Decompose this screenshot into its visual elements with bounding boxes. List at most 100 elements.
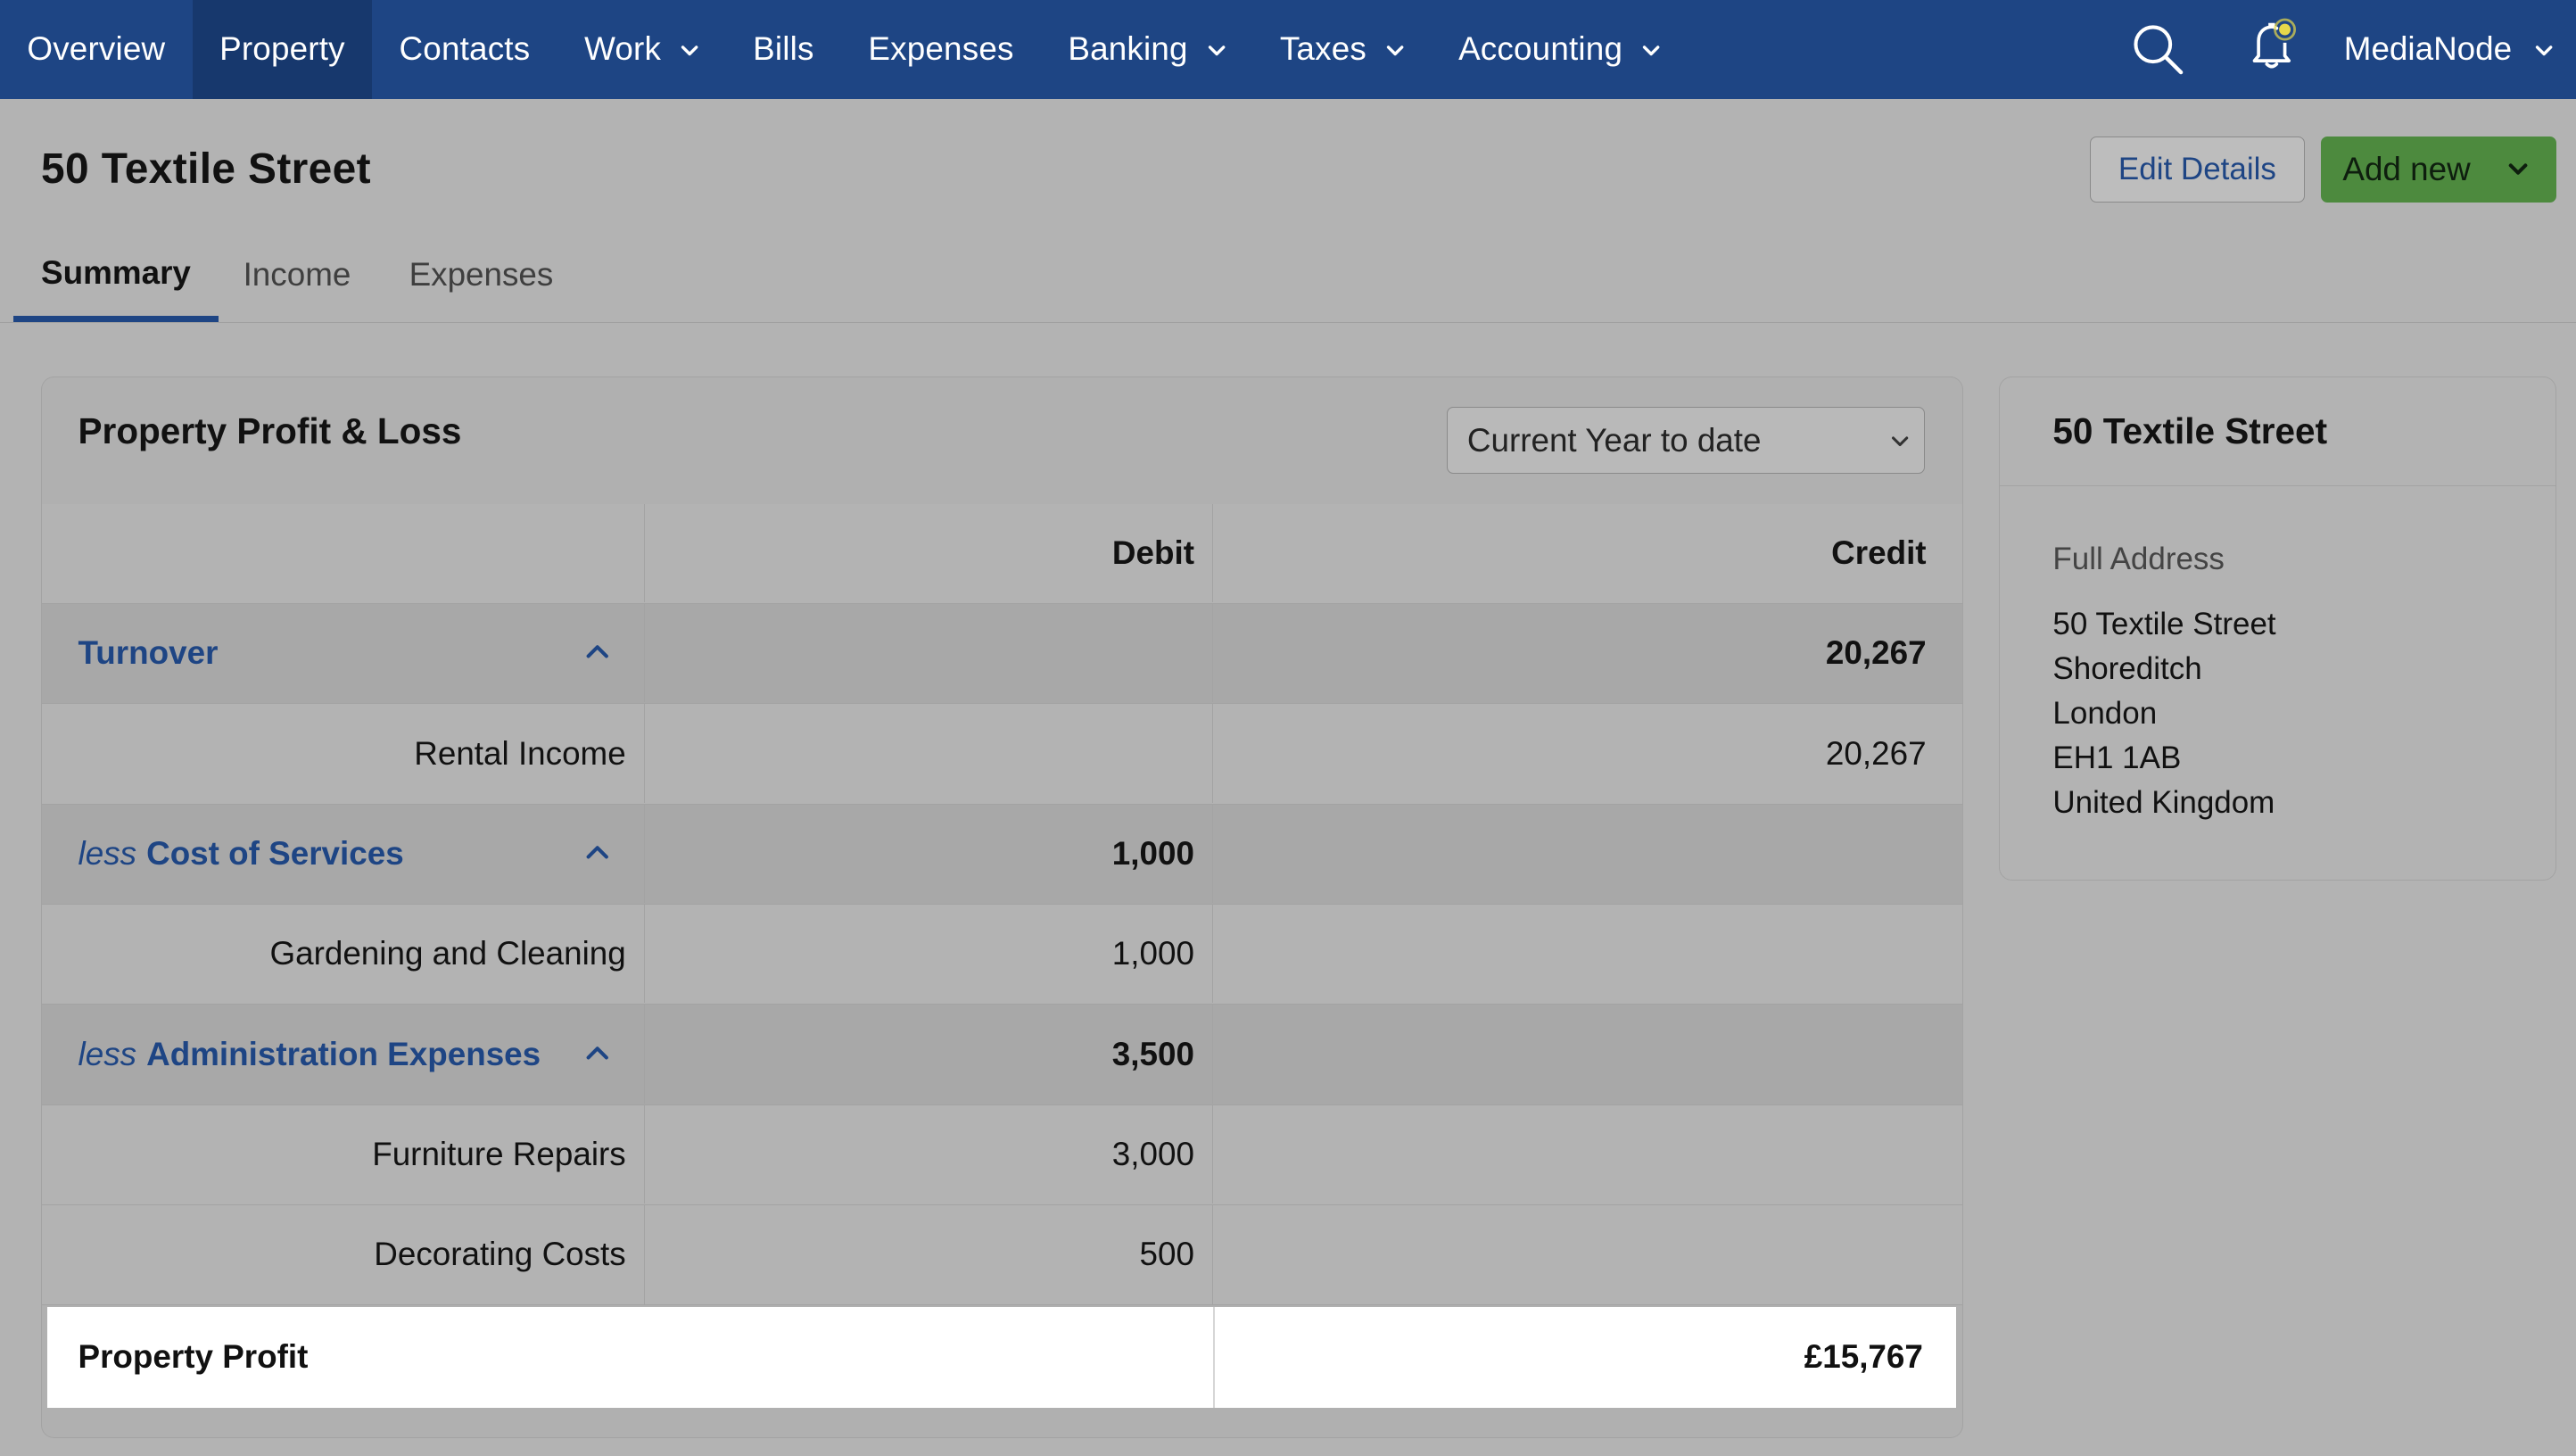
group-row-cost-of-services: less Cost of Services 1,000 <box>42 804 1962 905</box>
tab-summary[interactable]: Summary <box>12 230 219 322</box>
total-value: £15,767 <box>1804 1338 1923 1376</box>
chevron-down-icon <box>681 46 698 56</box>
edit-details-button[interactable]: Edit Details <box>2089 136 2306 203</box>
add-new-button[interactable]: Add new <box>2321 136 2556 203</box>
table-row: Decorating Costs 500 <box>42 1205 1962 1306</box>
nav-item-banking[interactable]: Banking <box>1041 0 1252 99</box>
nav-item-label: Accounting <box>1458 30 1623 68</box>
item-label: Decorating Costs <box>42 1205 645 1304</box>
item-credit <box>1213 1205 1961 1304</box>
chevron-down-icon <box>2509 163 2528 175</box>
tab-income[interactable]: Income <box>244 230 351 318</box>
table-header-row: Debit Credit <box>42 503 1962 604</box>
table-row: Gardening and Cleaning 1,000 <box>42 904 1962 1005</box>
address-line: Shoreditch <box>2052 651 2202 687</box>
item-debit: 500 <box>645 1205 1214 1304</box>
address-line: United Kingdom <box>2052 785 2275 821</box>
top-nav: Overview Property Contacts Work Bills Ex… <box>0 0 2576 99</box>
tab-label: Expenses <box>409 255 554 293</box>
item-debit: 1,000 <box>645 904 1214 1004</box>
nav-item-overview[interactable]: Overview <box>0 0 193 99</box>
nav-item-accounting[interactable]: Accounting <box>1432 0 1688 99</box>
nav-item-work[interactable]: Work <box>557 0 726 99</box>
address-line: EH1 1AB <box>2052 740 2182 776</box>
table-row: Furniture Repairs 3,000 <box>42 1104 1962 1206</box>
group-toggle-cost-of-services[interactable]: less Cost of Services <box>42 804 645 904</box>
user-menu[interactable]: MediaNode <box>2344 30 2576 68</box>
item-label: Rental Income <box>42 704 645 803</box>
nav-item-bills[interactable]: Bills <box>726 0 841 99</box>
tab-bar: Summary Income Expenses <box>0 230 2576 323</box>
nav-item-property[interactable]: Property <box>192 0 373 99</box>
group-debit <box>645 603 1214 703</box>
header-credit: Credit <box>1831 534 1927 571</box>
property-details-card: 50 Textile Street Full Address 50 Textil… <box>1999 376 2556 881</box>
card-header: 50 Textile Street <box>2000 377 2555 487</box>
chevron-up-icon[interactable] <box>584 1041 610 1064</box>
group-debit: 3,500 <box>645 1005 1214 1104</box>
total-divider <box>1213 1307 1216 1408</box>
nav-item-label: Banking <box>1068 30 1188 68</box>
chevron-down-icon <box>1208 46 1226 56</box>
header-cell-empty <box>42 503 645 603</box>
address-block: 50 Textile Street Shoreditch London EH1 … <box>2052 602 2275 825</box>
chevron-down-icon <box>1891 435 1909 446</box>
address-label: Full Address <box>2052 541 2225 576</box>
nav-item-label: Overview <box>27 30 166 68</box>
chevron-down-icon <box>2535 46 2553 56</box>
chevron-up-icon[interactable] <box>584 840 610 864</box>
tab-expenses[interactable]: Expenses <box>409 230 554 318</box>
address-line: 50 Textile Street <box>2052 607 2276 642</box>
chevron-down-icon <box>1643 46 1660 56</box>
nav-item-label: Contacts <box>399 30 531 68</box>
bell-icon[interactable] <box>2239 10 2305 76</box>
panel-header: Property Profit & Loss Current Year to d… <box>42 377 1962 505</box>
page-title: 50 Textile Street <box>41 145 371 194</box>
profit-loss-panel: Property Profit & Loss Current Year to d… <box>41 376 1963 1438</box>
add-new-label: Add new <box>2342 150 2471 187</box>
user-menu-label: MediaNode <box>2343 30 2513 68</box>
group-label: Turnover <box>78 634 219 672</box>
group-label: Cost of Services <box>146 834 404 872</box>
group-credit: 20,267 <box>1825 634 1927 672</box>
group-row-administration-expenses: less Administration Expenses 3,500 <box>42 1005 1962 1105</box>
group-debit: 1,000 <box>645 804 1214 904</box>
search-icon[interactable] <box>2130 21 2186 78</box>
group-prefix: less <box>78 1035 137 1072</box>
item-debit: 3,000 <box>645 1104 1214 1204</box>
item-credit: 20,267 <box>1825 734 1927 772</box>
group-credit <box>1213 805 1961 904</box>
chevron-up-icon[interactable] <box>584 640 610 663</box>
item-label: Furniture Repairs <box>42 1104 645 1204</box>
group-row-turnover: Turnover 20,267 <box>42 603 1962 705</box>
group-credit <box>1213 1005 1961 1104</box>
item-credit <box>1213 1105 1961 1204</box>
nav-item-taxes[interactable]: Taxes <box>1252 0 1431 99</box>
header-debit: Debit <box>645 503 1214 603</box>
table-row: Rental Income 20,267 <box>42 704 1962 805</box>
period-select[interactable]: Current Year to date <box>1446 406 1925 475</box>
tab-label: Income <box>243 255 351 293</box>
tab-label: Summary <box>41 253 191 291</box>
item-debit <box>645 704 1214 803</box>
nav-right: MediaNode <box>2130 0 2576 99</box>
card-title: 50 Textile Street <box>2052 410 2328 451</box>
nav-item-label: Bills <box>753 30 814 68</box>
item-credit <box>1213 905 1961 1004</box>
total-row: Property Profit £15,767 <box>46 1307 1956 1408</box>
nav-item-label: Property <box>219 30 345 68</box>
nav-item-label: Work <box>584 30 662 68</box>
group-prefix: less <box>78 834 137 872</box>
group-toggle-administration-expenses[interactable]: less Administration Expenses <box>42 1005 645 1104</box>
total-label: Property Profit <box>78 1338 309 1376</box>
chevron-down-icon <box>1386 46 1404 56</box>
address-line: London <box>2052 696 2158 732</box>
group-label: Administration Expenses <box>146 1035 541 1072</box>
item-label: Gardening and Cleaning <box>42 904 645 1004</box>
group-toggle-turnover[interactable]: Turnover <box>42 603 645 703</box>
nav-item-label: Taxes <box>1279 30 1366 68</box>
period-select-value: Current Year to date <box>1466 421 1762 459</box>
nav-item-label: Expenses <box>868 30 1014 68</box>
nav-item-contacts[interactable]: Contacts <box>372 0 557 99</box>
nav-item-expenses[interactable]: Expenses <box>841 0 1041 99</box>
